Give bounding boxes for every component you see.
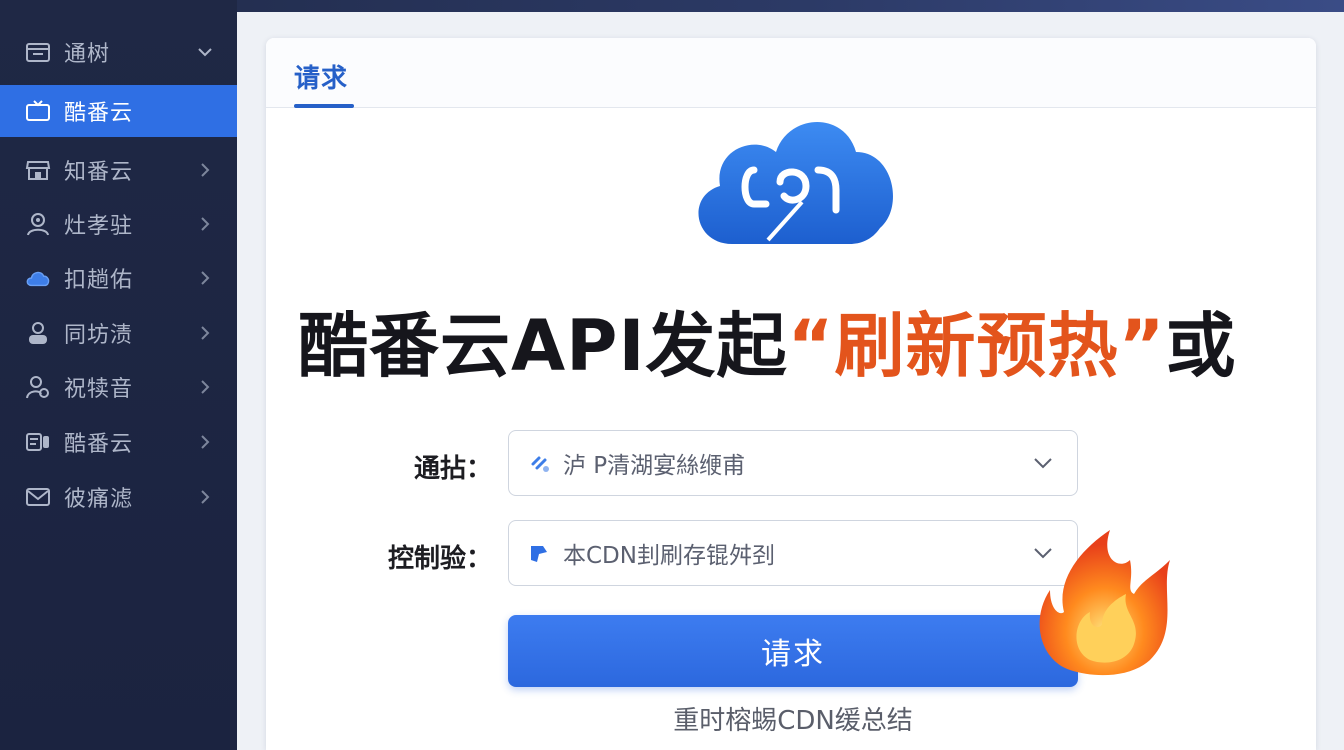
sidebar-item-4[interactable]: 灶孝驻 xyxy=(0,198,237,250)
field2-value: 本CDN刲刷存锟舛刭 xyxy=(563,543,775,569)
sidebar-item-label: 同坊渍 xyxy=(64,323,134,348)
fire-icon xyxy=(1039,530,1170,676)
link-icon xyxy=(531,456,549,472)
sidebar-item-5[interactable]: 扣趟佑 xyxy=(0,252,237,304)
sidebar-item-8[interactable]: 酷番云 xyxy=(0,416,237,468)
folder-icon xyxy=(24,38,52,66)
field1-select[interactable]: 泸 P清湖宴絲缏甫 xyxy=(508,430,1078,496)
chevron-right-icon xyxy=(201,326,210,340)
sidebar-item-label: 酷番云 xyxy=(64,432,134,457)
sidebar-item-9[interactable]: 彼痛滤 xyxy=(0,471,237,523)
headline: 酷番云API发起“刷新预热”或 xyxy=(298,290,1298,390)
field2-label: 控制验： xyxy=(387,544,492,574)
headline-suffix: 或 xyxy=(1165,305,1237,387)
chevron-down-icon xyxy=(1034,458,1052,469)
field1-label: 通拈： xyxy=(413,454,492,484)
tv-icon xyxy=(24,97,52,125)
sidebar-item-3[interactable]: 知番云 xyxy=(0,144,237,196)
tab-active-indicator xyxy=(294,104,354,108)
store-icon xyxy=(24,156,52,184)
cloud-icon xyxy=(24,264,52,292)
cloud-logo-icon xyxy=(698,121,893,244)
sidebar-item-label: 扣趟佑 xyxy=(64,268,134,293)
tab-bar xyxy=(266,38,1316,108)
person-icon xyxy=(24,319,52,347)
badge-icon xyxy=(24,428,52,456)
chevron-right-icon xyxy=(201,490,210,504)
field2-select[interactable]: 本CDN刲刷存锟舛刭 xyxy=(508,520,1078,586)
sidebar-item-2[interactable]: 酷番云 xyxy=(0,85,237,137)
tab-request[interactable]: 请求 xyxy=(294,58,348,108)
sidebar-item-label: 祝犊音 xyxy=(64,377,134,402)
sidebar-item-1[interactable]: 通树 xyxy=(0,26,237,78)
sidebar-item-label: 酷番云 xyxy=(64,101,134,126)
headline-highlight: “刷新预热” xyxy=(787,305,1166,387)
sidebar-item-7[interactable]: 祝犊音 xyxy=(0,361,237,413)
submit-button[interactable]: 请求 xyxy=(508,615,1078,687)
sidebar-item-label: 知番云 xyxy=(64,160,134,185)
chevron-right-icon xyxy=(201,271,210,285)
field1-value: 泸 P清湖宴絲缏甫 xyxy=(563,453,746,479)
chevron-right-icon xyxy=(201,435,210,449)
sidebar-item-label: 通树 xyxy=(64,42,111,67)
chevron-down-icon xyxy=(198,48,212,57)
person-search-icon xyxy=(24,373,52,401)
sidebar-item-label: 灶孝驻 xyxy=(64,214,134,239)
sidebar-item-label: 彼痛滤 xyxy=(64,487,134,512)
chevron-right-icon xyxy=(201,217,210,231)
sidebar-item-6[interactable]: 同坊渍 xyxy=(0,307,237,359)
tag-icon xyxy=(531,546,547,562)
sidebar: 通树 酷番云 知番云 灶孝驻 扣趟佑 同坊渍 祝犊音 酷番云 彼痛滤 xyxy=(0,0,237,750)
mail-icon xyxy=(24,483,52,511)
chevron-right-icon xyxy=(201,380,210,394)
footer-text: 重时榕蜴CDN缓总结 xyxy=(673,706,913,736)
headline-prefix: 酷番云API发起 xyxy=(298,305,788,387)
chevron-right-icon xyxy=(201,163,210,177)
user-gear-icon xyxy=(24,210,52,238)
